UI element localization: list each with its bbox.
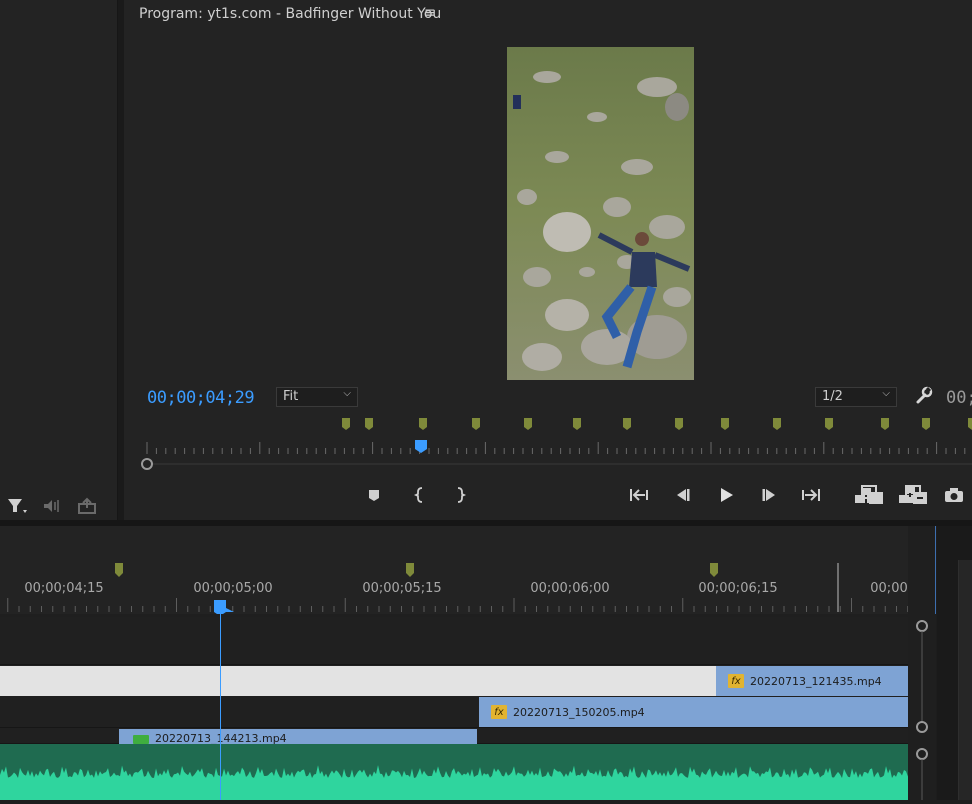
clip-marker	[773, 418, 781, 430]
go-to-out-icon[interactable]	[798, 482, 826, 508]
fx-badge: fx	[728, 674, 744, 688]
timecode-label: 00;00;04;15	[24, 581, 104, 596]
clip-marker	[922, 418, 930, 430]
mark-in-icon[interactable]	[406, 482, 434, 508]
program-monitor: Program: yt1s.com - Badfinger Without Yo…	[124, 0, 972, 520]
timeline-ruler[interactable]: 00;00;04;15 00;00;05;00 00;00;05;15 00;0…	[0, 526, 908, 614]
timeline-panel: 00;00;04;15 00;00;05;00 00;00;05;15 00;0…	[0, 526, 936, 800]
clip-marker	[573, 418, 581, 430]
clip-marker	[524, 418, 532, 430]
export-frame-icon[interactable]	[940, 482, 968, 508]
timeline-scrollbar[interactable]	[908, 614, 936, 800]
audio-icon[interactable]	[44, 500, 59, 512]
playhead-line	[220, 600, 221, 800]
go-to-in-icon[interactable]	[624, 482, 652, 508]
clip-name: 20220713_150205.mp4	[513, 705, 645, 719]
timecode-label: 00;00;06;15	[698, 581, 778, 596]
clip-marker	[472, 418, 480, 430]
chevron-down-icon: ⌵	[343, 388, 351, 399]
playback-resolution-select[interactable]: 1/2 ⌵	[815, 387, 897, 407]
toggle-proxy-icon[interactable]	[903, 482, 931, 508]
clip-name: 20220713_121435.mp4	[750, 674, 882, 688]
fx-badge: fx	[491, 705, 507, 719]
scroll-handle-top[interactable]	[916, 620, 928, 632]
program-time-ruler[interactable]	[140, 412, 972, 470]
sequence-marker	[406, 563, 414, 577]
right-panel-strip	[958, 560, 972, 800]
playhead-timecode[interactable]: 00;00;04;29	[147, 388, 255, 408]
step-forward-icon[interactable]	[756, 482, 784, 508]
resolution-value: 1/2	[822, 389, 843, 404]
timecode-label: 00;00;05;00	[193, 581, 273, 596]
clip-v3[interactable]: fx 20220713_121435.mp4	[716, 666, 908, 696]
zoom-select[interactable]: Fit ⌵	[276, 387, 358, 407]
panel-title[interactable]: Program: yt1s.com - Badfinger Without Yo…	[139, 6, 441, 22]
playhead-handle[interactable]	[214, 600, 234, 614]
export-icon[interactable]	[78, 497, 96, 514]
compare-view-icon[interactable]	[859, 482, 887, 508]
play-icon[interactable]	[712, 482, 740, 508]
audio-track[interactable]	[0, 744, 908, 800]
duration-timecode: 00;0	[946, 388, 972, 408]
settings-wrench-icon[interactable]	[914, 386, 934, 410]
track-v4[interactable]	[0, 617, 908, 665]
clip-marker	[968, 418, 972, 430]
clip-marker	[881, 418, 889, 430]
fx-badge-green	[133, 735, 149, 744]
mark-out-icon[interactable]	[446, 482, 474, 508]
chevron-down-icon: ⌵	[882, 388, 890, 399]
clip-marker	[342, 418, 350, 430]
left-toolbar	[6, 496, 106, 520]
clip-marker	[825, 418, 833, 430]
transport-controls	[360, 482, 963, 510]
clip-marker	[365, 418, 373, 430]
video-frame	[507, 47, 694, 380]
project-panel	[0, 0, 118, 520]
hamburger-icon[interactable]: ≡	[424, 5, 436, 21]
timeline-ruler-graphic	[7, 563, 908, 614]
adjustment-clip[interactable]	[0, 666, 716, 696]
scroll-handle-bottom[interactable]	[916, 721, 928, 733]
filter-icon[interactable]	[8, 499, 27, 513]
sequence-marker	[115, 563, 123, 577]
sequence-marker	[710, 563, 718, 577]
zoom-select-value: Fit	[283, 389, 299, 404]
add-marker-icon[interactable]	[360, 482, 388, 508]
timecode-label: 00;00;06;00	[530, 581, 610, 596]
timecode-label: 00;00;05;15	[362, 581, 442, 596]
playhead-marker[interactable]	[415, 440, 427, 453]
clip-marker	[419, 418, 427, 430]
zoom-handle[interactable]	[141, 458, 153, 470]
clip-marker	[675, 418, 683, 430]
clip-v1[interactable]: 20220713_144213.mp4	[119, 729, 477, 744]
video-frame-image	[507, 47, 694, 380]
audio-waveform	[0, 765, 908, 800]
step-back-icon[interactable]	[668, 482, 696, 508]
left-toolbar-icons	[8, 497, 96, 514]
audio-scroll-handle[interactable]	[916, 748, 928, 760]
clip-marker	[721, 418, 729, 430]
timecode-label: 00;00	[870, 581, 908, 596]
clip-marker	[623, 418, 631, 430]
clip-v2[interactable]: fx 20220713_150205.mp4	[479, 697, 908, 727]
